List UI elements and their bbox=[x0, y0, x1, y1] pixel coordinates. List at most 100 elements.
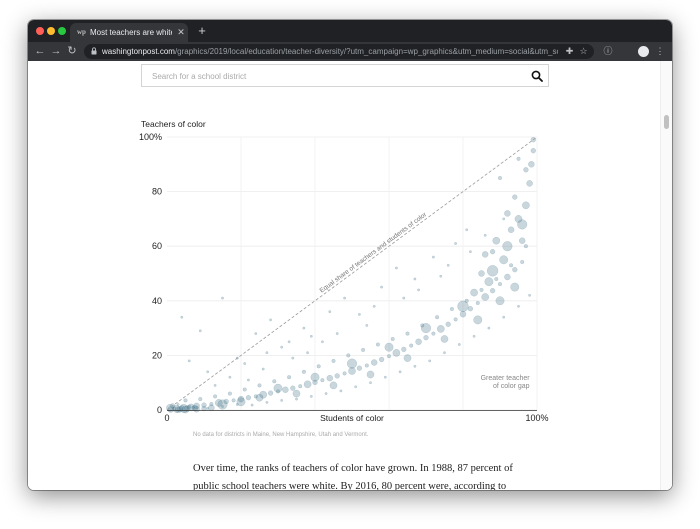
data-point bbox=[487, 265, 499, 277]
data-point bbox=[530, 148, 536, 154]
data-point bbox=[402, 296, 406, 300]
data-point bbox=[255, 393, 264, 402]
address-bar[interactable]: washingtonpost.com/graphics/2019/local/e… bbox=[84, 44, 594, 59]
data-point bbox=[280, 345, 284, 349]
y-tick-label: 0 bbox=[157, 405, 162, 415]
data-point bbox=[517, 304, 520, 308]
data-point bbox=[495, 296, 505, 306]
data-point bbox=[334, 373, 340, 379]
data-point bbox=[208, 404, 215, 411]
data-point bbox=[421, 323, 432, 334]
data-point bbox=[401, 346, 407, 353]
data-point bbox=[213, 383, 217, 387]
data-point bbox=[423, 335, 429, 341]
data-point bbox=[339, 389, 343, 393]
back-arrow-icon[interactable]: ← bbox=[34, 45, 46, 58]
y-tick-label: 40 bbox=[152, 296, 162, 306]
data-point bbox=[409, 343, 414, 348]
data-point bbox=[236, 397, 246, 407]
data-point bbox=[510, 282, 520, 292]
diagonal-label: Equal share of teachers and students of … bbox=[319, 211, 429, 295]
data-point bbox=[243, 362, 247, 365]
gap-annotation-line1: Greater teacher bbox=[481, 375, 531, 382]
data-point bbox=[520, 259, 525, 264]
data-point bbox=[516, 156, 521, 161]
data-point bbox=[387, 354, 392, 359]
data-point bbox=[470, 288, 478, 297]
browser-window: wp Most teachers are white, even ✕ + ← →… bbox=[28, 20, 672, 490]
data-point bbox=[280, 398, 284, 402]
data-point bbox=[390, 337, 395, 342]
data-point bbox=[329, 381, 338, 390]
data-point bbox=[331, 358, 336, 363]
data-point bbox=[320, 340, 324, 344]
data-point bbox=[492, 236, 501, 245]
data-point bbox=[475, 300, 480, 305]
data-point bbox=[498, 175, 503, 180]
url-text[interactable]: washingtonpost.com/graphics/2019/local/e… bbox=[102, 45, 558, 58]
data-point bbox=[221, 296, 224, 300]
scrollbar-thumb[interactable] bbox=[664, 115, 669, 129]
profile-avatar-icon[interactable] bbox=[638, 46, 649, 57]
data-point bbox=[502, 241, 513, 252]
data-point bbox=[454, 242, 457, 245]
data-point bbox=[369, 381, 372, 385]
data-point bbox=[484, 277, 494, 287]
data-point bbox=[346, 353, 351, 358]
data-point bbox=[490, 249, 496, 255]
extension-info-icon[interactable]: ⓘ bbox=[602, 45, 614, 58]
data-point bbox=[303, 380, 312, 389]
data-point bbox=[415, 338, 422, 345]
data-point bbox=[512, 267, 518, 273]
maximize-window-button[interactable] bbox=[58, 27, 66, 35]
data-point bbox=[245, 395, 252, 401]
data-point bbox=[465, 228, 469, 232]
data-point bbox=[519, 237, 526, 244]
data-point bbox=[449, 306, 454, 311]
data-point bbox=[292, 389, 301, 398]
data-point bbox=[487, 326, 491, 330]
browser-toolbar: ← → ↻ washingtonpost.com/graphics/2019/l… bbox=[28, 42, 672, 61]
data-point bbox=[403, 354, 412, 362]
data-point bbox=[193, 406, 200, 413]
data-point bbox=[309, 334, 313, 338]
url-path: /graphics/2019/local/education/teacher-d… bbox=[174, 47, 558, 56]
data-point bbox=[512, 194, 518, 200]
data-point bbox=[499, 255, 509, 265]
data-point bbox=[502, 315, 506, 319]
data-point bbox=[265, 351, 269, 355]
minimize-window-button[interactable] bbox=[47, 27, 55, 35]
data-point bbox=[502, 217, 506, 221]
data-point bbox=[250, 403, 254, 407]
scrollbar[interactable] bbox=[660, 61, 672, 490]
url-host: washingtonpost.com bbox=[102, 47, 175, 56]
data-point bbox=[324, 392, 328, 395]
data-point bbox=[392, 349, 401, 357]
data-point bbox=[174, 406, 182, 413]
tab-active[interactable]: wp Most teachers are white, even ✕ bbox=[70, 23, 188, 42]
menu-kebab-icon[interactable]: ⋮ bbox=[654, 45, 666, 58]
x-tick-label: 0 bbox=[164, 413, 169, 423]
data-point bbox=[457, 300, 469, 312]
data-point bbox=[246, 378, 250, 382]
data-point bbox=[306, 351, 309, 355]
data-point bbox=[309, 394, 313, 398]
reload-icon[interactable]: ↻ bbox=[66, 45, 78, 58]
y-tick-label: 60 bbox=[152, 241, 162, 251]
extension-icon[interactable]: ✚ bbox=[564, 45, 575, 58]
data-point bbox=[528, 161, 535, 168]
data-point bbox=[366, 370, 375, 379]
bookmark-star-icon[interactable]: ☆ bbox=[578, 45, 589, 58]
close-window-button[interactable] bbox=[36, 27, 44, 35]
data-point bbox=[398, 370, 402, 374]
new-tab-button[interactable]: + bbox=[196, 24, 208, 38]
tab-bar: wp Most teachers are white, even ✕ + bbox=[28, 20, 672, 42]
data-point bbox=[328, 310, 332, 314]
data-point bbox=[242, 387, 247, 392]
data-point bbox=[439, 274, 443, 278]
forward-arrow-icon[interactable]: → bbox=[50, 45, 62, 58]
data-point bbox=[479, 287, 484, 292]
tab-close-icon[interactable]: ✕ bbox=[176, 27, 186, 37]
data-point bbox=[265, 400, 269, 404]
data-point bbox=[523, 167, 529, 173]
